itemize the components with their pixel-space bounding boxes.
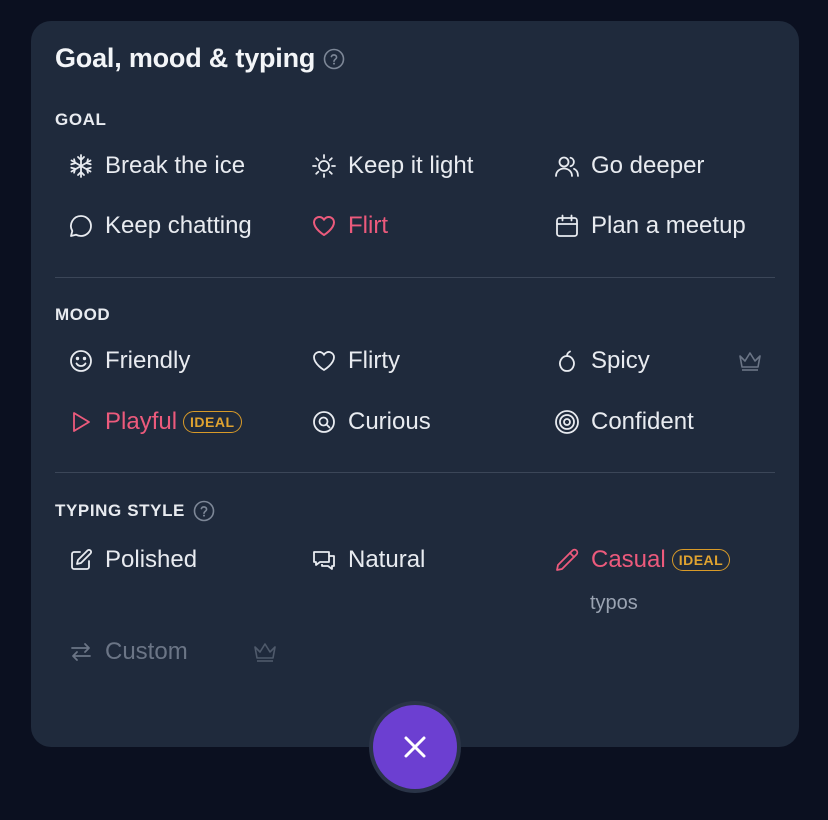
goal-option-plan-a-meetup[interactable]: Plan a meetup bbox=[553, 212, 746, 240]
option-label: Custom bbox=[105, 638, 188, 665]
play-icon bbox=[67, 408, 95, 436]
title-row: Goal, mood & typing bbox=[55, 43, 345, 74]
close-icon bbox=[402, 734, 428, 760]
option-label: Playful bbox=[105, 408, 178, 435]
mood-option-flirty[interactable]: Flirty bbox=[310, 347, 400, 375]
edit-icon bbox=[67, 546, 95, 574]
mood-option-friendly[interactable]: Friendly bbox=[67, 347, 190, 375]
option-label: Confident bbox=[591, 408, 694, 435]
ideal-badge: IDEAL bbox=[671, 549, 731, 571]
mood-label: MOOD bbox=[55, 305, 111, 324]
typing-section-label: TYPING STYLE bbox=[55, 500, 215, 522]
typing-option-natural[interactable]: Natural bbox=[310, 546, 425, 574]
mood-section-label: MOOD bbox=[55, 305, 110, 325]
typing-option-polished[interactable]: Polished bbox=[67, 546, 197, 574]
chat-bubble-icon bbox=[67, 212, 95, 240]
typing-option-custom[interactable]: Custom bbox=[67, 638, 188, 666]
option-label: Plan a meetup bbox=[591, 212, 746, 239]
premium-crown-icon bbox=[737, 350, 763, 372]
option-label: Break the ice bbox=[105, 152, 246, 179]
pepper-icon bbox=[553, 347, 581, 375]
swap-icon bbox=[67, 638, 95, 666]
goal-label: GOAL bbox=[55, 110, 107, 129]
option-label: Friendly bbox=[105, 347, 191, 374]
option-label: Curious bbox=[348, 408, 431, 435]
goal-option-keep-chatting[interactable]: Keep chatting bbox=[67, 212, 252, 240]
divider bbox=[55, 277, 775, 278]
divider bbox=[55, 472, 775, 473]
option-label: Go deeper bbox=[591, 152, 705, 179]
option-label: Flirty bbox=[348, 347, 400, 374]
option-label: Keep it light bbox=[348, 152, 474, 179]
calendar-icon bbox=[553, 212, 581, 240]
mood-option-confident[interactable]: Confident bbox=[553, 408, 694, 436]
goal-option-go-deeper[interactable]: Go deeper bbox=[553, 152, 704, 180]
mood-option-spicy[interactable]: Spicy bbox=[553, 347, 650, 375]
chat-bubbles-icon bbox=[310, 546, 338, 574]
option-label: Keep chatting bbox=[105, 212, 252, 239]
snowflake-icon bbox=[67, 152, 95, 180]
typing-label: TYPING STYLE bbox=[55, 501, 185, 520]
ideal-badge: IDEAL bbox=[183, 411, 242, 433]
option-label: Natural bbox=[348, 546, 426, 573]
mood-option-playful[interactable]: Playful IDEAL bbox=[67, 408, 242, 436]
question-circle-icon[interactable] bbox=[193, 500, 215, 522]
panel-title: Goal, mood & typing bbox=[55, 43, 316, 73]
pencil-icon bbox=[553, 546, 581, 574]
option-label: Casual bbox=[591, 546, 666, 573]
mood-option-curious[interactable]: Curious bbox=[310, 408, 431, 436]
question-circle-icon[interactable] bbox=[323, 48, 345, 70]
users-icon bbox=[553, 152, 581, 180]
close-button[interactable] bbox=[373, 705, 457, 789]
typing-option-casual[interactable]: Casual IDEAL bbox=[553, 546, 731, 574]
sun-icon bbox=[310, 152, 338, 180]
heart-icon bbox=[310, 212, 338, 240]
option-label: Polished bbox=[105, 546, 198, 573]
at-search-icon bbox=[310, 408, 338, 436]
option-sublabel: typos bbox=[590, 592, 638, 614]
goal-option-keep-it-light[interactable]: Keep it light bbox=[310, 152, 473, 180]
option-label: Spicy bbox=[591, 347, 650, 374]
target-icon bbox=[553, 408, 581, 436]
goal-option-flirt[interactable]: Flirt bbox=[310, 212, 388, 240]
smile-icon bbox=[67, 347, 95, 375]
option-label: Flirt bbox=[348, 212, 388, 239]
heart-outline-icon bbox=[310, 347, 338, 375]
premium-crown-icon bbox=[252, 641, 278, 663]
goal-option-break-the-ice[interactable]: Break the ice bbox=[67, 152, 245, 180]
settings-panel: Goal, mood & typing GOAL Break the ice K… bbox=[31, 21, 799, 747]
goal-section-label: GOAL bbox=[55, 110, 107, 130]
